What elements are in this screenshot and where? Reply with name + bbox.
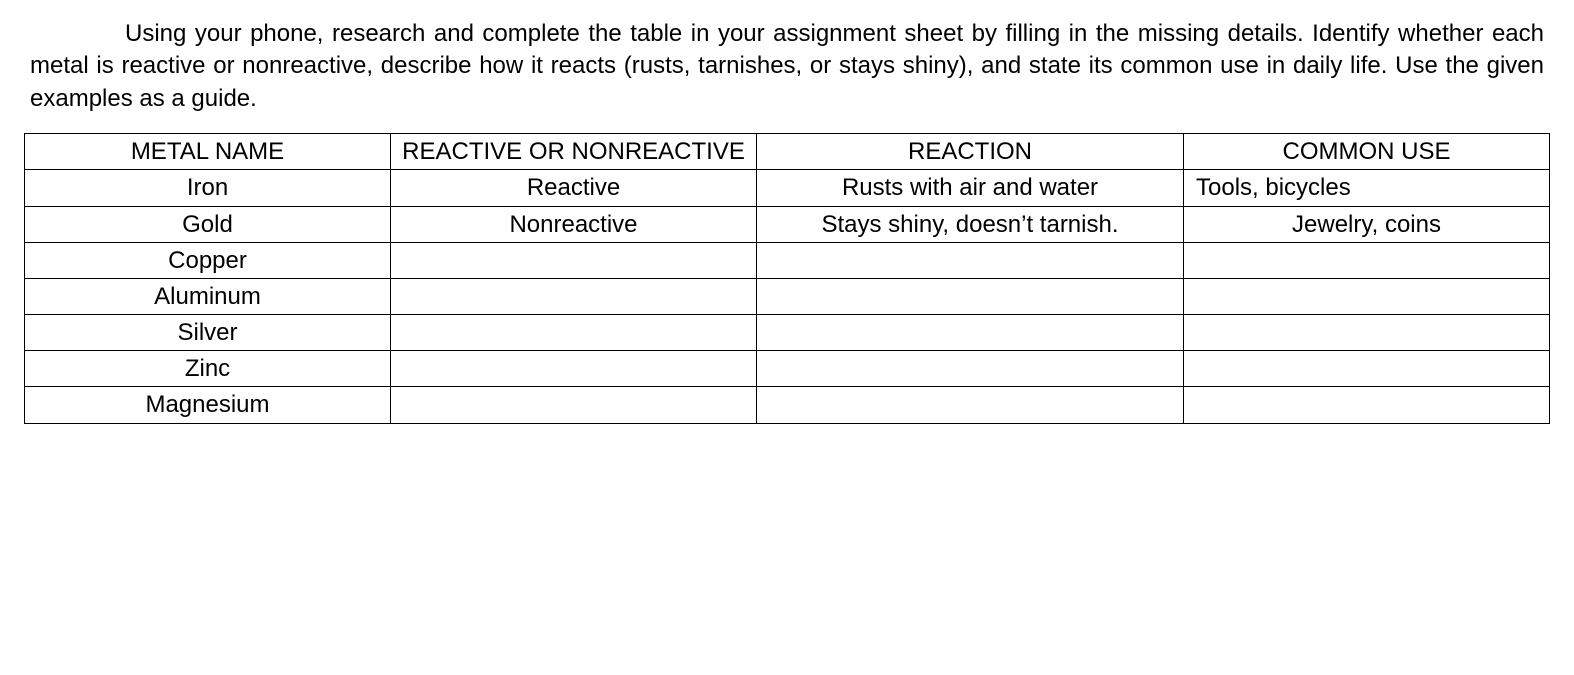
header-reaction: REACTION (757, 134, 1184, 170)
cell-reaction (757, 278, 1184, 314)
cell-metal-name: Silver (25, 315, 391, 351)
cell-reactive (391, 278, 757, 314)
cell-reactive (391, 387, 757, 423)
cell-common-use (1184, 387, 1550, 423)
cell-metal-name: Iron (25, 170, 391, 206)
table-row: Zinc (25, 351, 1550, 387)
cell-reactive (391, 315, 757, 351)
cell-metal-name: Copper (25, 242, 391, 278)
header-common-use: COMMON USE (1184, 134, 1550, 170)
cell-metal-name: Aluminum (25, 278, 391, 314)
cell-reactive: Reactive (391, 170, 757, 206)
table-row: IronReactiveRusts with air and waterTool… (25, 170, 1550, 206)
header-reactive: REACTIVE OR NONREACTIVE (391, 134, 757, 170)
cell-reactive: Nonreactive (391, 206, 757, 242)
cell-reactive (391, 242, 757, 278)
cell-common-use: Jewelry, coins (1184, 206, 1550, 242)
table-row: Copper (25, 242, 1550, 278)
cell-common-use: Tools, bicycles (1184, 170, 1550, 206)
cell-common-use (1184, 278, 1550, 314)
instructions-text: Using your phone, research and complete … (30, 20, 1544, 112)
table-header-row: METAL NAME REACTIVE OR NONREACTIVE REACT… (25, 134, 1550, 170)
cell-metal-name: Zinc (25, 351, 391, 387)
cell-reaction (757, 315, 1184, 351)
cell-reaction (757, 242, 1184, 278)
cell-metal-name: Gold (25, 206, 391, 242)
cell-reaction: Stays shiny, doesn’t tarnish. (757, 206, 1184, 242)
cell-reaction: Rusts with air and water (757, 170, 1184, 206)
cell-reactive (391, 351, 757, 387)
cell-metal-name: Magnesium (25, 387, 391, 423)
cell-reaction (757, 351, 1184, 387)
cell-common-use (1184, 351, 1550, 387)
cell-common-use (1184, 242, 1550, 278)
assignment-instructions: Using your phone, research and complete … (24, 18, 1550, 115)
cell-common-use (1184, 315, 1550, 351)
table-row: Silver (25, 315, 1550, 351)
metals-table: METAL NAME REACTIVE OR NONREACTIVE REACT… (24, 133, 1550, 424)
cell-reaction (757, 387, 1184, 423)
header-metal-name: METAL NAME (25, 134, 391, 170)
table-row: GoldNonreactiveStays shiny, doesn’t tarn… (25, 206, 1550, 242)
table-row: Aluminum (25, 278, 1550, 314)
table-row: Magnesium (25, 387, 1550, 423)
